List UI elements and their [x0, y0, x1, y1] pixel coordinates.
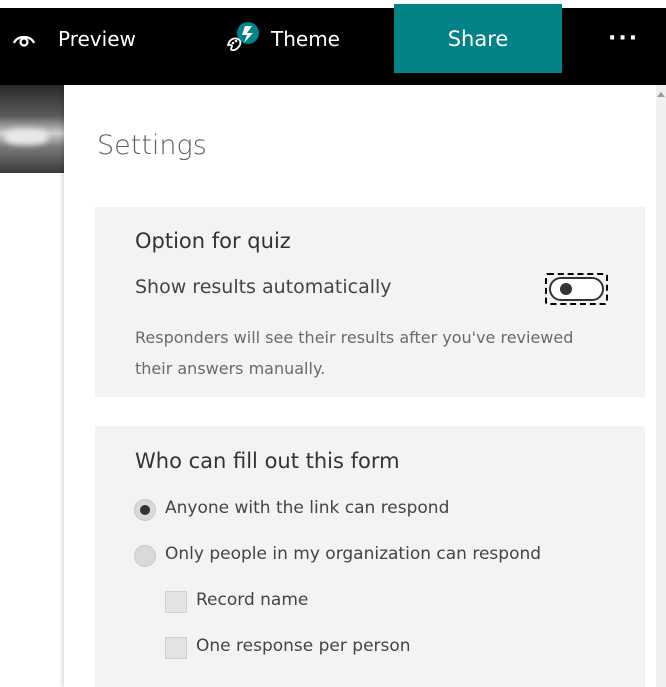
- scroll-up-arrow-icon[interactable]: [657, 92, 665, 97]
- record-name-checkbox[interactable]: [165, 591, 187, 613]
- share-button[interactable]: Share: [394, 4, 562, 73]
- panel-scrollbar[interactable]: [656, 85, 666, 687]
- preview-button[interactable]: Preview: [12, 0, 136, 77]
- quiz-options-heading: Option for quiz: [135, 229, 291, 253]
- theme-button[interactable]: Theme: [224, 0, 340, 77]
- eye-icon: [12, 31, 36, 47]
- record-name-label[interactable]: Record name: [196, 590, 308, 610]
- share-label: Share: [447, 26, 509, 51]
- more-options-button[interactable]: ···: [608, 0, 639, 77]
- one-response-checkbox[interactable]: [165, 637, 187, 659]
- radio-anyone-label[interactable]: Anyone with the link can respond: [165, 498, 449, 518]
- show-results-toggle[interactable]: [549, 277, 604, 301]
- one-response-label[interactable]: One response per person: [196, 636, 411, 656]
- theme-brush-icon: [224, 21, 264, 57]
- radio-organization-label[interactable]: Only people in my organization can respo…: [165, 544, 541, 564]
- theme-label: Theme: [271, 26, 340, 51]
- show-results-label: Show results automatically: [135, 276, 392, 298]
- radio-only-organization[interactable]: [134, 545, 156, 567]
- who-can-fill-heading: Who can fill out this form: [135, 449, 400, 473]
- show-results-description: Responders will see their results after …: [135, 328, 574, 378]
- radio-anyone-with-link[interactable]: [134, 499, 156, 521]
- preview-label: Preview: [58, 26, 136, 51]
- toggle-knob: [560, 283, 572, 295]
- more-icon: ···: [608, 26, 640, 51]
- background-thumbnail: [0, 85, 64, 173]
- settings-title: Settings: [97, 130, 207, 161]
